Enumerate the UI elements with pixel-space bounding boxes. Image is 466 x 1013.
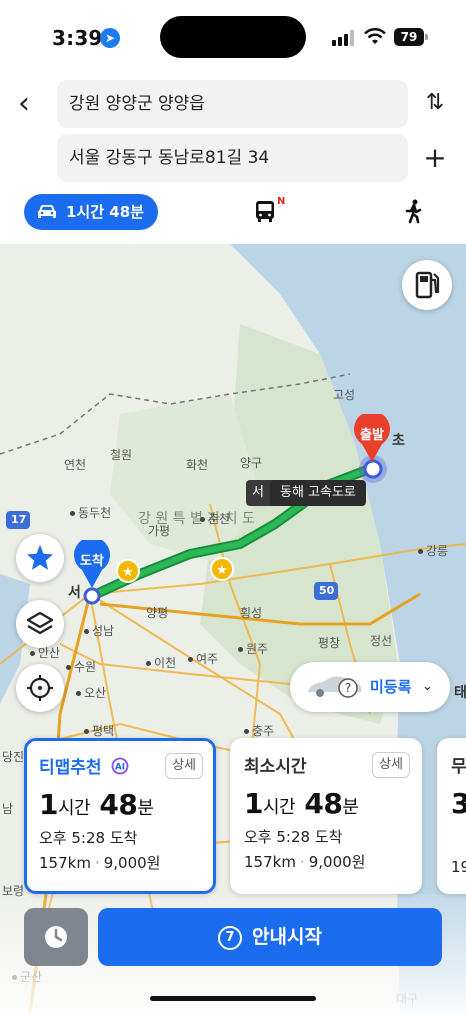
route-duration: 3 bbox=[451, 787, 466, 820]
route-detail-button[interactable]: 상세 bbox=[372, 752, 410, 778]
gas-station-button[interactable] bbox=[402, 260, 452, 310]
map-label: 원주 bbox=[238, 640, 268, 657]
battery-icon: 79 bbox=[394, 28, 428, 46]
route-title: 티맵추천 bbox=[39, 758, 102, 778]
route-search-header: ‹ 강원 양양군 양양읍 ⇅ 서울 강동구 동남로81길 34 + 1시간 48… bbox=[0, 72, 466, 244]
map-label: 오산 bbox=[76, 684, 106, 701]
map-label: 동두천 bbox=[70, 504, 111, 521]
map-label: 평택 bbox=[84, 722, 114, 739]
map-label: 가평 bbox=[148, 524, 171, 538]
departure-time-button[interactable] bbox=[24, 908, 88, 966]
map-label: 남 bbox=[2, 802, 14, 816]
end-pin[interactable]: 도착 bbox=[72, 537, 112, 590]
back-button[interactable]: ‹ bbox=[18, 86, 46, 122]
location-arrow-icon: ➤ bbox=[100, 28, 120, 48]
start-navigation-button[interactable]: 7 안내시작 bbox=[98, 908, 442, 966]
current-location-button[interactable] bbox=[16, 664, 64, 712]
svg-text:★: ★ bbox=[216, 563, 228, 578]
tab-car-label: 1시간 48분 bbox=[66, 203, 144, 221]
dynamic-island bbox=[160, 16, 306, 58]
ai-badge-icon: AI bbox=[112, 757, 129, 775]
map-label: 성남 bbox=[84, 622, 114, 639]
map-label: 당진 bbox=[2, 750, 25, 764]
start-pin-label: 출발 bbox=[360, 428, 384, 443]
home-indicator bbox=[150, 996, 316, 1001]
route-card-recommended[interactable]: 티맵추천 AI 상세 1시간 48분 오후 5:28 도착 157km · 9,00… bbox=[24, 738, 216, 894]
map-view[interactable]: ★ ★ 고성 연천 철원 화천 양구 동두천 강 원 특 별 자 치 도 가평 … bbox=[0, 244, 466, 1013]
map-label: 수원 bbox=[66, 658, 96, 675]
status-time: 3:39 bbox=[52, 26, 103, 50]
map-label: 충주 bbox=[244, 722, 274, 739]
route-meta: 157km · 9,000원 bbox=[244, 853, 366, 871]
route-meta: 19 bbox=[451, 858, 466, 876]
map-label: 연천 bbox=[64, 458, 87, 472]
map-label: 고성 bbox=[333, 388, 356, 402]
destination-field[interactable]: 서울 강동구 동남로81길 34 bbox=[57, 134, 408, 182]
clock-icon bbox=[45, 926, 67, 948]
bus-icon bbox=[256, 201, 274, 222]
route-detail-button[interactable]: 상세 bbox=[165, 753, 203, 779]
car-silhouette-icon: ? bbox=[308, 676, 362, 698]
countdown-badge: 7 bbox=[218, 926, 243, 950]
walk-icon bbox=[405, 199, 422, 224]
end-pin-label: 도착 bbox=[80, 554, 104, 569]
route-duration: 1시간 48분 bbox=[244, 787, 359, 820]
car-icon bbox=[38, 205, 56, 218]
origin-field[interactable]: 강원 양양군 양양읍 bbox=[57, 80, 408, 128]
vehicle-label: 미등록 bbox=[370, 678, 412, 696]
map-label: 양구 bbox=[240, 456, 263, 470]
map-label: 초 bbox=[392, 433, 405, 449]
layers-button[interactable] bbox=[16, 600, 64, 648]
start-pin[interactable]: 출발 bbox=[352, 411, 392, 464]
route-card-fastest[interactable]: 최소시간 상세 1시간 48분 오후 5:28 도착 157km · 9,000원 bbox=[230, 738, 422, 894]
highway-number: 17 bbox=[11, 513, 27, 526]
map-label: 횡성 bbox=[240, 606, 263, 620]
transit-new-badge: N bbox=[277, 196, 286, 207]
star-icon bbox=[27, 545, 53, 570]
status-bar: 3:39 ➤ 79 bbox=[0, 0, 466, 72]
map-label: 평창 bbox=[318, 636, 341, 650]
route-title: 무 bbox=[451, 757, 466, 777]
map-label: 강릉 bbox=[418, 542, 448, 559]
map-label: 태 bbox=[454, 685, 466, 701]
svg-text:?: ? bbox=[345, 681, 351, 695]
road-name-tooltip[interactable]: 동해 고속도로 bbox=[270, 480, 366, 506]
route-arrival: 오후 5:28 도착 bbox=[39, 829, 138, 847]
favorites-button[interactable] bbox=[16, 534, 64, 582]
route-duration: 1시간 48분 bbox=[39, 788, 154, 821]
map-label: 춘천 bbox=[200, 510, 230, 527]
map-label: 화천 bbox=[186, 458, 209, 472]
route-meta: 157km · 9,000원 bbox=[39, 854, 161, 872]
swap-icon[interactable]: ⇅ bbox=[420, 88, 450, 118]
svg-text:★: ★ bbox=[122, 565, 134, 580]
map-label: 이천 bbox=[146, 654, 176, 671]
map-label: 철원 bbox=[110, 448, 133, 462]
fuel-pump-icon bbox=[415, 271, 440, 299]
tab-car[interactable]: 1시간 48분 bbox=[24, 194, 158, 230]
layers-icon bbox=[26, 611, 54, 635]
map-label: 여주 bbox=[188, 650, 218, 667]
start-navigation-label: 안내시작 bbox=[252, 926, 322, 948]
vehicle-select-button[interactable]: ? 미등록 ⌄ bbox=[290, 662, 450, 712]
tab-walk[interactable] bbox=[402, 198, 426, 228]
tab-transit[interactable]: N bbox=[254, 196, 294, 228]
crosshair-icon bbox=[27, 675, 53, 701]
route-card-partial[interactable]: 무 3 19 bbox=[437, 738, 466, 894]
add-waypoint-button[interactable]: + bbox=[420, 144, 450, 174]
map-label: 양평 bbox=[146, 606, 169, 620]
route-arrival: 오후 5:28 도착 bbox=[244, 828, 343, 846]
highway-number: 50 bbox=[319, 584, 335, 597]
svg-text:AI: AI bbox=[115, 763, 125, 773]
map-label: 정선 bbox=[370, 634, 393, 648]
chevron-down-icon: ⌄ bbox=[422, 679, 433, 694]
signal-icon bbox=[332, 30, 358, 46]
transport-mode-tabs: 1시간 48분 N bbox=[0, 194, 466, 234]
wifi-icon bbox=[364, 28, 386, 44]
